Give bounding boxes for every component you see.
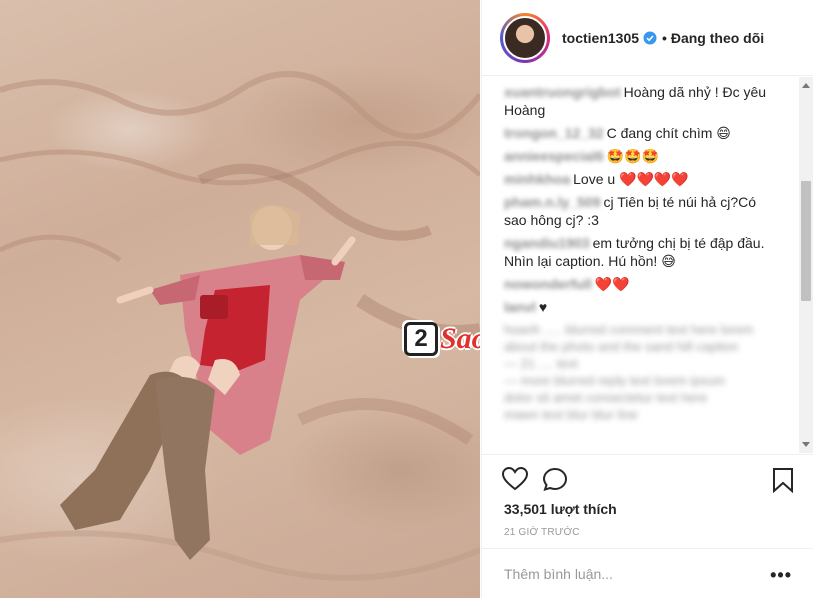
watermark-box: 2 — [404, 322, 438, 356]
comment-item: pham.n.ly_509 cj Tiên bị té núi hả cj?Có … — [504, 193, 776, 229]
username[interactable]: toctien1305 — [562, 30, 639, 46]
scroll-thumb[interactable] — [801, 181, 811, 301]
comment-item: xuantruongrigbot Hoàng dã nhỷ ! Đc yêu Ho… — [504, 83, 776, 119]
post-header: toctien1305 • Đang theo dõi — [482, 0, 813, 76]
comment-item: minhkhoa Love u ❤️❤️❤️❤️ — [504, 170, 776, 188]
avatar-image — [503, 15, 547, 60]
blurred-comments: hoanh ..... blurred comment text here lo… — [504, 321, 776, 423]
watermark-logo: 2 Sao — [404, 322, 480, 356]
comment-username[interactable]: nowonderfull — [504, 276, 592, 292]
photo-illustration — [0, 71, 480, 581]
comment-text: ❤️❤️ — [594, 276, 630, 292]
bookmark-icon[interactable] — [772, 467, 794, 493]
comment-text: C đang chít chìm 😄 — [606, 125, 731, 141]
post-actions: 33,501 lượt thích 21 GIỜ TRƯỚC — [482, 454, 813, 554]
blurred-comment-line: about the photo and the sand hill captio… — [504, 339, 739, 354]
more-options-icon[interactable]: ••• — [770, 565, 792, 586]
avatar[interactable] — [500, 12, 550, 63]
comment-username[interactable]: minhkhoa — [504, 171, 570, 187]
add-comment-bar: ••• — [482, 548, 813, 598]
comment-item: lanvl ♥ — [504, 298, 776, 316]
scroll-down-arrow-icon[interactable] — [802, 442, 810, 447]
post-side-panel: toctien1305 • Đang theo dõi xuantruongri… — [481, 0, 813, 598]
comment-item: ngandiu1903 em tưởng chị bị té đập đầu. N… — [504, 234, 776, 270]
comment-username[interactable]: pham.n.ly_509 — [504, 194, 601, 210]
comment-username[interactable]: lanvl — [504, 299, 536, 315]
comment-text: ♥ — [538, 299, 548, 315]
blurred-comment-line: dolor sit amet consectetur text here — [504, 390, 708, 405]
comment-text: Love u ❤️❤️❤️❤️ — [573, 171, 689, 187]
follow-status-label: Đang theo dõi — [670, 29, 765, 46]
comment-item: annieespecial6 🤩🤩🤩 — [504, 147, 776, 165]
post-timestamp[interactable]: 21 GIỜ TRƯỚC — [504, 527, 580, 538]
watermark-text: Sao — [440, 322, 480, 355]
blurred-comment-line: — more blurred reply text lorem ipsum — [504, 373, 726, 388]
comment-item: nowonderfull ❤️❤️ — [504, 275, 776, 293]
verified-badge-icon — [643, 31, 657, 44]
post-photo[interactable]: 2 Sao — [0, 0, 480, 598]
comments-scrollbar[interactable] — [799, 77, 813, 453]
scroll-up-arrow-icon[interactable] — [802, 83, 810, 88]
comment-username[interactable]: ngandiu1903 — [504, 235, 590, 251]
blurred-comment-line: mawn text blur blur line — [504, 407, 638, 422]
likes-count[interactable]: 33,501 lượt thích — [504, 501, 617, 517]
comment-input[interactable] — [504, 565, 754, 582]
heart-icon[interactable] — [502, 467, 528, 491]
comment-item: trongon_12_32 C đang chít chìm 😄 — [504, 124, 776, 142]
comment-text: 🤩🤩🤩 — [606, 148, 659, 164]
blurred-comment-line: hoanh ..... blurred comment text here lo… — [504, 322, 754, 337]
comments-list[interactable]: xuantruongrigbot Hoàng dã nhỷ ! Đc yêu Ho… — [482, 77, 813, 453]
comment-icon[interactable] — [542, 467, 568, 491]
follow-status[interactable]: • Đang theo dõi — [662, 30, 764, 46]
blurred-comment-line: — 21 .... text — [504, 356, 578, 371]
comment-username[interactable]: annieespecial6 — [504, 148, 604, 164]
comment-username[interactable]: trongon_12_32 — [504, 125, 604, 141]
comment-username[interactable]: xuantruongrigbot — [504, 84, 621, 100]
